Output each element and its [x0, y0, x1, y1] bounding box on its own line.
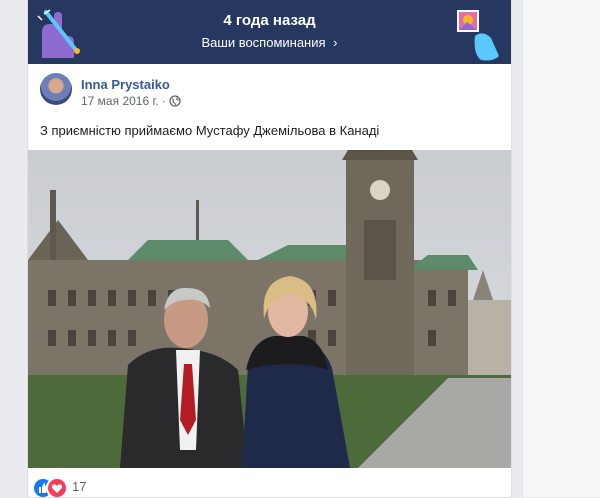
post-text: З приємністю приймаємо Мустафу Джемільов…: [40, 123, 380, 138]
reaction-count[interactable]: 17: [72, 479, 86, 494]
author-name[interactable]: Inna Prystaiko: [81, 77, 170, 92]
memory-card: 4 года назад Ваши воспоминания › Inna Pr…: [27, 0, 512, 498]
photo-frame-illustration-icon: [457, 10, 499, 61]
memories-banner[interactable]: 4 года назад Ваши воспоминания ›: [28, 0, 511, 64]
love-icon: [46, 477, 68, 497]
chevron-right-icon: ›: [333, 35, 338, 50]
memories-link-label: Ваши воспоминания: [201, 35, 326, 50]
post-meta: 17 мая 2016 г. ·: [81, 94, 181, 108]
memories-link[interactable]: Ваши воспоминания ›: [28, 35, 511, 50]
post-date[interactable]: 17 мая 2016 г.: [81, 94, 159, 108]
post-header: Inna Prystaiko 17 мая 2016 г. ·: [40, 73, 500, 113]
right-column: [522, 0, 600, 497]
avatar[interactable]: [40, 73, 72, 105]
post-photo[interactable]: [28, 150, 511, 468]
left-strip: [0, 0, 18, 497]
banner-title: 4 года назад: [223, 12, 316, 29]
globe-icon[interactable]: [169, 95, 181, 107]
